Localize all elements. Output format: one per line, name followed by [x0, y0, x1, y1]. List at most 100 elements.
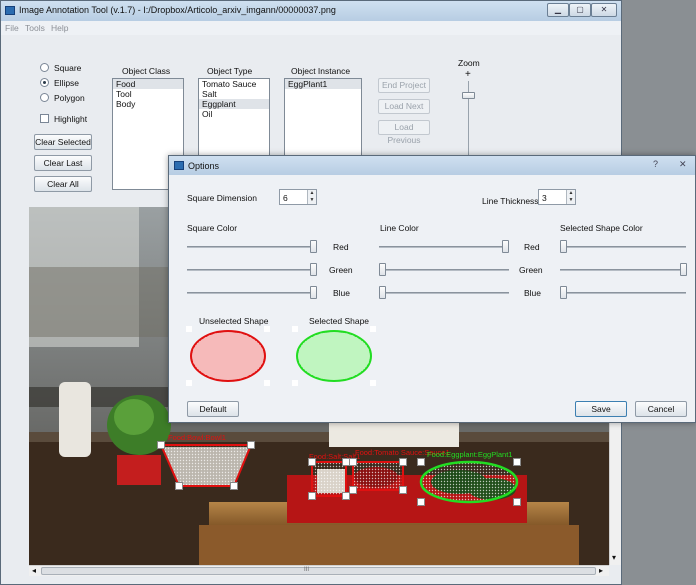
square-dimension-label: Square Dimension [187, 193, 257, 203]
default-button[interactable]: Default [187, 401, 239, 417]
highlight-checkbox[interactable] [40, 114, 49, 123]
square-red-label: Red [333, 242, 349, 252]
square-blue-label: Blue [333, 288, 351, 298]
selected-shape-preview [292, 326, 376, 386]
highlight-label: Highlight [54, 114, 88, 124]
menu-file[interactable]: File [5, 23, 19, 33]
line-thickness-label: Line Thickness [482, 196, 539, 206]
line-green-slider[interactable] [379, 269, 509, 271]
selected-green-thumb[interactable] [680, 263, 687, 276]
list-item[interactable]: Tool [113, 89, 183, 99]
end-project-button[interactable]: End Project [378, 78, 430, 93]
title-bar: Image Annotation Tool (v.1.7) - I:/Dropb… [1, 1, 621, 21]
load-previous-button[interactable]: Load Previous [378, 120, 430, 145]
clear-last-button[interactable]: Clear Last [34, 155, 92, 171]
list-item[interactable]: Food [113, 79, 183, 89]
shape-handle[interactable] [513, 458, 521, 466]
shape-handle[interactable] [417, 458, 425, 466]
menu-help[interactable]: Help [51, 23, 68, 33]
shape-handle[interactable] [399, 486, 407, 494]
shape-handle[interactable] [157, 441, 165, 449]
minimize-button[interactable]: ▁ [547, 3, 569, 17]
cancel-button[interactable]: Cancel [635, 401, 687, 417]
maximize-button[interactable]: ▢ [569, 3, 591, 17]
list-item[interactable]: Eggplant [199, 99, 269, 109]
shape-handle[interactable] [399, 458, 407, 466]
square-red-thumb[interactable] [310, 240, 317, 253]
dialog-title: Options [188, 161, 220, 171]
spin-arrows-icon[interactable]: ▲ ▼ [566, 190, 575, 204]
clear-all-button[interactable]: Clear All [34, 176, 92, 192]
scroll-thumb[interactable]: III [41, 567, 596, 575]
line-red-label: Red [524, 242, 540, 252]
object-type-list[interactable]: Tomato Sauce Salt Eggplant Oil [198, 78, 270, 158]
line-red-thumb[interactable] [502, 240, 509, 253]
window-title: Image Annotation Tool (v.1.7) - I:/Dropb… [19, 5, 336, 15]
ellipse-label: Ellipse [54, 78, 80, 88]
help-icon[interactable]: ? [653, 159, 658, 169]
shape-handle[interactable] [513, 498, 521, 506]
line-green-label: Green [519, 265, 543, 275]
clear-selected-button[interactable]: Clear Selected [34, 134, 92, 150]
zoom-plus-icon: + [465, 69, 471, 80]
selected-red-thumb[interactable] [560, 240, 567, 253]
list-item[interactable]: Salt [199, 89, 269, 99]
selected-green-slider[interactable] [560, 269, 686, 271]
line-red-slider[interactable] [379, 246, 509, 248]
horizontal-scrollbar[interactable]: ◂ III ▸ [29, 565, 609, 576]
square-blue-thumb[interactable] [310, 286, 317, 299]
square-dimension-value: 6 [283, 193, 288, 203]
square-green-slider[interactable] [187, 269, 317, 271]
square-radio[interactable] [40, 63, 49, 72]
selected-shape-color-label: Selected Shape Color [560, 223, 643, 233]
menu-tools[interactable]: Tools [25, 23, 45, 33]
list-item[interactable]: Oil [199, 109, 269, 119]
square-blue-slider[interactable] [187, 292, 317, 294]
line-blue-thumb[interactable] [379, 286, 386, 299]
line-green-thumb[interactable] [379, 263, 386, 276]
dialog-icon [174, 161, 184, 170]
shape-handle[interactable] [349, 486, 357, 494]
annotation-label-bowl: Food:Bowl:Bowl1 [168, 433, 226, 442]
options-dialog: Options ? ✕ Square Dimension 6 ▲ ▼ Line T… [168, 155, 696, 423]
line-thickness-value: 3 [542, 193, 547, 203]
line-color-label: Line Color [380, 223, 419, 233]
ellipse-radio[interactable] [40, 78, 49, 87]
selected-shape-label: Selected Shape [309, 316, 370, 326]
zoom-slider-thumb[interactable] [462, 92, 475, 99]
shape-handle[interactable] [349, 458, 357, 466]
shape-handle[interactable] [308, 492, 316, 500]
annotation-label-eggplant: Food:Eggplant:EggPlant1 [427, 450, 513, 459]
scroll-left-icon[interactable]: ◂ [32, 566, 36, 575]
shape-handle[interactable] [247, 441, 255, 449]
list-item[interactable]: Tomato Sauce [199, 79, 269, 89]
shape-handle[interactable] [308, 458, 316, 466]
dialog-title-bar: Options ? ✕ [169, 156, 695, 175]
load-next-button[interactable]: Load Next [378, 99, 430, 114]
selected-blue-slider[interactable] [560, 292, 686, 294]
square-red-slider[interactable] [187, 246, 317, 248]
square-dimension-spinbox[interactable]: 6 ▲ ▼ [279, 189, 317, 205]
shape-handle[interactable] [175, 482, 183, 490]
scroll-down-icon[interactable]: ▾ [612, 553, 616, 562]
save-button[interactable]: Save [575, 401, 627, 417]
list-item[interactable]: EggPlant1 [285, 79, 361, 89]
spin-arrows-icon[interactable]: ▲ ▼ [307, 190, 316, 204]
shape-handle[interactable] [417, 498, 425, 506]
list-item[interactable]: Body [113, 99, 183, 109]
dialog-close-icon[interactable]: ✕ [679, 159, 687, 170]
square-green-thumb[interactable] [310, 263, 317, 276]
object-instance-list[interactable]: EggPlant1 [284, 78, 362, 158]
polygon-radio[interactable] [40, 93, 49, 102]
selected-red-slider[interactable] [560, 246, 686, 248]
shape-handle[interactable] [230, 482, 238, 490]
square-green-label: Green [329, 265, 353, 275]
line-thickness-spinbox[interactable]: 3 ▲ ▼ [538, 189, 576, 205]
scroll-grip-icon: III [304, 567, 310, 573]
selected-blue-thumb[interactable] [560, 286, 567, 299]
close-button[interactable]: ✕ [591, 3, 617, 17]
scroll-right-icon[interactable]: ▸ [599, 566, 603, 575]
line-blue-slider[interactable] [379, 292, 509, 294]
polygon-label: Polygon [54, 93, 85, 103]
menu-bar: File Tools Help [1, 21, 621, 35]
